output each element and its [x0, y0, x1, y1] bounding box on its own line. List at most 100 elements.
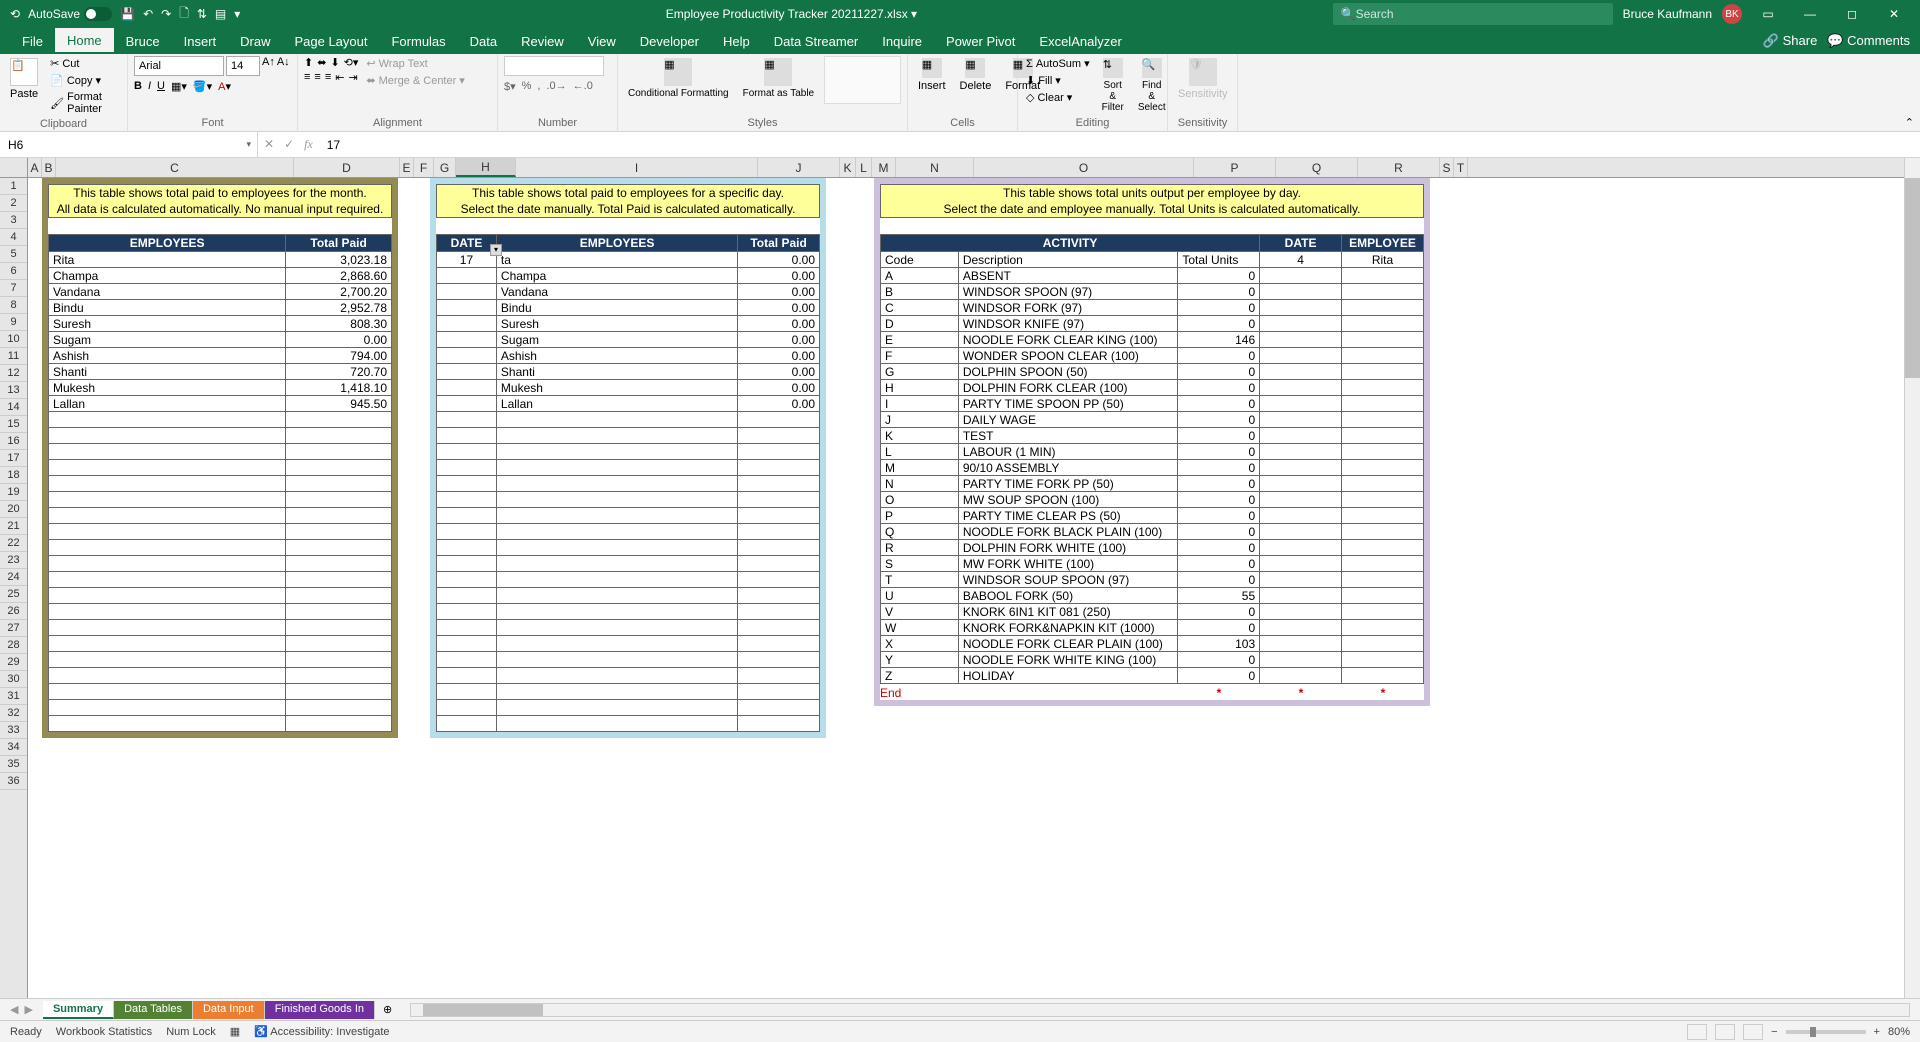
- table-cell[interactable]: Sugam: [496, 332, 737, 348]
- table-cell[interactable]: [738, 556, 820, 572]
- table3-date-value[interactable]: 4: [1260, 252, 1342, 268]
- table-cell[interactable]: E: [881, 332, 959, 348]
- format-as-table-button[interactable]: ▦Format as Table: [739, 56, 819, 101]
- view-page-break-button[interactable]: [1743, 1024, 1763, 1040]
- filter-icon[interactable]: ▤: [215, 7, 226, 21]
- search-box[interactable]: 🔍 Search: [1333, 3, 1613, 25]
- row-header[interactable]: 26: [0, 603, 27, 620]
- wrap-text-button[interactable]: ↩ Wrap Text: [364, 56, 466, 71]
- table-cell[interactable]: [1341, 652, 1423, 668]
- table-cell[interactable]: [437, 316, 497, 332]
- align-left-icon[interactable]: ≡: [304, 71, 310, 84]
- row-header[interactable]: 36: [0, 773, 27, 790]
- table-cell[interactable]: Sugam: [49, 332, 286, 348]
- table-cell[interactable]: Champa: [496, 268, 737, 284]
- table-cell[interactable]: 0: [1178, 428, 1260, 444]
- table-cell[interactable]: [1260, 588, 1342, 604]
- table-cell[interactable]: 0: [1178, 668, 1260, 684]
- horizontal-scrollbar[interactable]: [410, 1003, 1910, 1017]
- row-header[interactable]: 16: [0, 433, 27, 450]
- table-cell[interactable]: 0: [1178, 620, 1260, 636]
- row-header[interactable]: 1: [0, 178, 27, 195]
- table-cell[interactable]: [1260, 364, 1342, 380]
- table-cell[interactable]: Bindu: [496, 300, 737, 316]
- comments-button[interactable]: 💬 Comments: [1827, 33, 1910, 49]
- font-color-button[interactable]: A▾: [218, 80, 231, 93]
- table-cell[interactable]: 0: [1178, 476, 1260, 492]
- zoom-out-button[interactable]: −: [1771, 1026, 1777, 1038]
- table-cell[interactable]: NOODLE FORK BLACK PLAIN (100): [958, 524, 1178, 540]
- table-cell[interactable]: Champa: [49, 268, 286, 284]
- table-cell[interactable]: [286, 508, 392, 524]
- close-button[interactable]: ✕: [1878, 0, 1910, 28]
- table-cell[interactable]: 0: [1178, 492, 1260, 508]
- table-cell[interactable]: MW SOUP SPOON (100): [958, 492, 1178, 508]
- table-cell[interactable]: [49, 604, 286, 620]
- table-cell[interactable]: [49, 684, 286, 700]
- table-cell[interactable]: [437, 604, 497, 620]
- table-cell[interactable]: [1341, 508, 1423, 524]
- table-cell[interactable]: [496, 716, 737, 732]
- table-cell[interactable]: [1341, 588, 1423, 604]
- table-cell[interactable]: [1341, 492, 1423, 508]
- table-cell[interactable]: DOLPHIN FORK WHITE (100): [958, 540, 1178, 556]
- table-cell[interactable]: Shanti: [496, 364, 737, 380]
- row-header[interactable]: 20: [0, 501, 27, 518]
- table-cell[interactable]: [49, 492, 286, 508]
- table-cell[interactable]: Shanti: [49, 364, 286, 380]
- row-header[interactable]: 31: [0, 688, 27, 705]
- table-cell[interactable]: [738, 412, 820, 428]
- border-button[interactable]: ▦▾: [171, 80, 187, 93]
- table-cell[interactable]: [738, 524, 820, 540]
- table-cell[interactable]: PARTY TIME FORK PP (50): [958, 476, 1178, 492]
- paste-button[interactable]: 📋Paste: [6, 56, 42, 102]
- table-cell[interactable]: [1341, 556, 1423, 572]
- sort-filter-button[interactable]: ⇅Sort & Filter: [1098, 56, 1128, 115]
- row-header[interactable]: 29: [0, 654, 27, 671]
- table-cell[interactable]: [1341, 396, 1423, 412]
- table-cell[interactable]: 2,700.20: [286, 284, 392, 300]
- table-cell[interactable]: [496, 604, 737, 620]
- table-cell[interactable]: [738, 604, 820, 620]
- table-cell[interactable]: [286, 460, 392, 476]
- autosum-button[interactable]: Σ AutoSum ▾: [1024, 56, 1092, 71]
- table-cell[interactable]: [49, 700, 286, 716]
- table-cell[interactable]: V: [881, 604, 959, 620]
- table-cell[interactable]: [49, 444, 286, 460]
- table-cell[interactable]: [49, 412, 286, 428]
- table-cell[interactable]: NOODLE FORK CLEAR KING (100): [958, 332, 1178, 348]
- table-cell[interactable]: DOLPHIN SPOON (50): [958, 364, 1178, 380]
- table-cell[interactable]: [286, 412, 392, 428]
- table-cell[interactable]: Ashish: [496, 348, 737, 364]
- table-cell[interactable]: 0: [1178, 412, 1260, 428]
- currency-icon[interactable]: $▾: [504, 80, 516, 93]
- table-cell[interactable]: [738, 700, 820, 716]
- table-cell[interactable]: [437, 556, 497, 572]
- table-cell[interactable]: [738, 476, 820, 492]
- table-cell[interactable]: LABOUR (1 MIN): [958, 444, 1178, 460]
- table-cell[interactable]: [1260, 380, 1342, 396]
- table-cell[interactable]: [1260, 348, 1342, 364]
- table-cell[interactable]: 0.00: [738, 348, 820, 364]
- table-cell[interactable]: [496, 668, 737, 684]
- table-cell[interactable]: 0: [1178, 604, 1260, 620]
- table-cell[interactable]: [49, 556, 286, 572]
- table-cell[interactable]: [496, 700, 737, 716]
- col-header[interactable]: L: [856, 158, 872, 177]
- table-cell[interactable]: Bindu: [49, 300, 286, 316]
- table-cell[interactable]: 945.50: [286, 396, 392, 412]
- row-header[interactable]: 22: [0, 535, 27, 552]
- table-cell[interactable]: [49, 716, 286, 732]
- table-cell[interactable]: TEST: [958, 428, 1178, 444]
- table-cell[interactable]: [1341, 524, 1423, 540]
- table-cell[interactable]: [496, 428, 737, 444]
- row-header[interactable]: 25: [0, 586, 27, 603]
- table-cell[interactable]: [437, 620, 497, 636]
- align-middle-icon[interactable]: ⬌: [317, 56, 326, 69]
- table-cell[interactable]: [49, 540, 286, 556]
- table-cell[interactable]: 0: [1178, 284, 1260, 300]
- ribbon-tab-page-layout[interactable]: Page Layout: [282, 28, 379, 54]
- table-cell[interactable]: 90/10 ASSEMBLY: [958, 460, 1178, 476]
- table-cell[interactable]: [496, 524, 737, 540]
- table-cell[interactable]: [1341, 428, 1423, 444]
